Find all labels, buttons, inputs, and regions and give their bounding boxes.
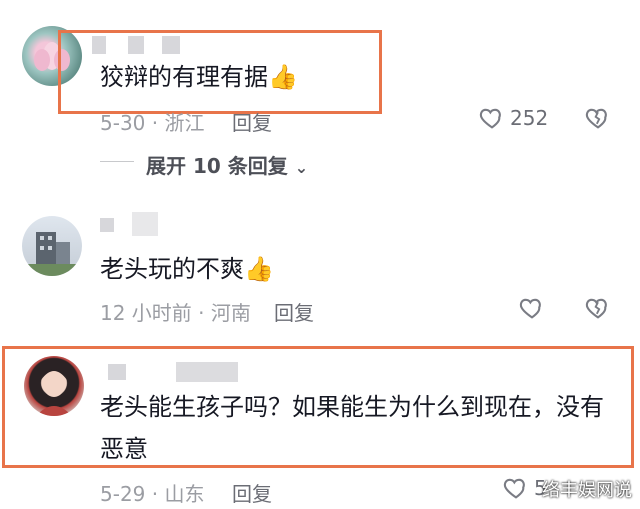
expand-divider: [100, 161, 134, 162]
reply-button[interactable]: 回复: [232, 478, 272, 507]
comment-meta: 12 小时前 · 河南: [100, 301, 251, 325]
comment-text-content: 老头玩的不爽: [100, 255, 244, 283]
heart-icon: [479, 108, 501, 129]
person-icon: [36, 369, 72, 416]
avatar-person[interactable]: [24, 356, 84, 416]
username-blurred[interactable]: [100, 218, 114, 232]
heart-icon: [503, 478, 525, 499]
chevron-down-icon: ⌄: [294, 158, 309, 177]
comment-text-line2: 恶意: [100, 435, 148, 463]
comment-text: 狡辩的有理有据👍: [100, 62, 298, 92]
comment-text-content: 狡辩的有理有据: [100, 63, 268, 91]
expand-replies-button[interactable]: 展开 10 条回复 ⌄: [146, 150, 308, 179]
avatar-building[interactable]: [22, 216, 82, 276]
username-blurred[interactable]: [176, 362, 238, 382]
comment-meta: 5-30 · 浙江: [100, 111, 205, 135]
watermark: 络丰娱网说: [542, 480, 632, 501]
heart-icon: [519, 298, 541, 319]
like-button[interactable]: [478, 104, 506, 132]
reply-button[interactable]: 回复: [232, 107, 272, 136]
comment-text-line1: 老头能生孩子吗？如果能生为什么到现在，没有: [100, 393, 604, 421]
comment-meta: 5-29 · 山东: [100, 482, 205, 506]
building-icon: [22, 232, 82, 276]
username-blurred[interactable]: [132, 212, 158, 236]
like-count: 252: [510, 106, 549, 130]
dislike-button[interactable]: [584, 294, 612, 322]
username-blurred[interactable]: [108, 364, 126, 380]
reply-button[interactable]: 回复: [274, 297, 314, 326]
like-button[interactable]: [518, 294, 546, 322]
dislike-button[interactable]: [584, 104, 612, 132]
broken-heart-icon: [585, 108, 607, 129]
thumbs-up-emoji: 👍: [244, 255, 274, 283]
thumbs-up-emoji: 👍: [268, 63, 298, 91]
expand-replies-label: 展开 10 条回复: [146, 154, 288, 178]
comment-text: 老头玩的不爽👍: [100, 254, 274, 284]
like-button[interactable]: [502, 474, 530, 502]
broken-heart-icon: [585, 298, 607, 319]
